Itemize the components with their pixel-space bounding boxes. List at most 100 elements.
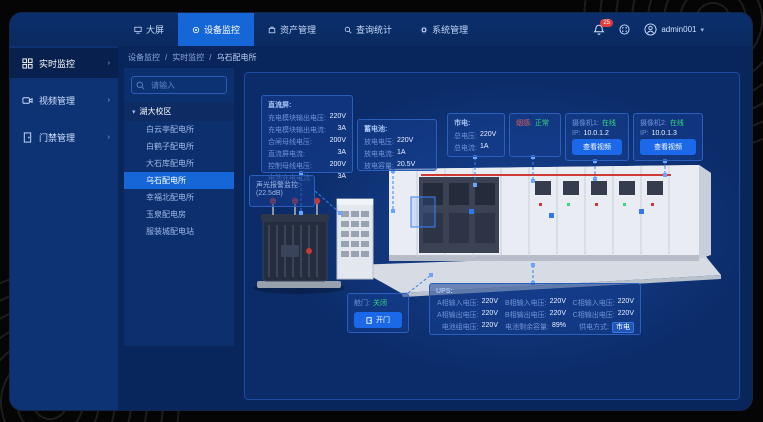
video-icon (22, 95, 33, 106)
field-label: 电池剩余容量: (505, 322, 549, 333)
device-frame: 大屏 设备监控 资产管理 查询统计 系统管理 (0, 0, 763, 422)
search-input[interactable] (149, 80, 222, 91)
sidebar-item-label: 视频管理 (39, 94, 102, 107)
tab-system-mgmt[interactable]: 系统管理 (406, 13, 482, 46)
field-label: 放电容量: (364, 161, 394, 171)
tree-item-selected[interactable]: 乌石配电所 (124, 172, 234, 189)
alarm-label: 声光报警监控: (256, 180, 308, 190)
breadcrumb-separator: / (209, 53, 211, 62)
open-door-button[interactable]: 开门 (354, 312, 402, 328)
user-menu[interactable]: admin001 ▾ (644, 23, 704, 36)
panel-title: UPS: (436, 288, 634, 295)
smoke-label: 烟感: (516, 118, 532, 128)
view-video-button[interactable]: 查看视频 (572, 139, 622, 155)
sidebar-item-video-mgmt[interactable]: 视频管理 › (10, 85, 118, 115)
field-value: 220V (482, 298, 498, 308)
view-video-button[interactable]: 查看视频 (640, 139, 696, 155)
tab-dashboard[interactable]: 大屏 (120, 13, 178, 46)
panel-title: 蓄电池: (364, 124, 430, 134)
open-door-label: 开门 (376, 315, 390, 325)
asset-icon (268, 26, 276, 34)
sidebar-item-realtime-monitor[interactable]: 实时监控 › (10, 48, 118, 78)
field-label: 充电模块输出电压: (268, 113, 326, 123)
camera-label: 摄像机1: (572, 118, 599, 128)
field-value: 220V (618, 310, 634, 320)
monitor-icon (192, 26, 200, 34)
tab-asset-mgmt[interactable]: 资产管理 (254, 13, 330, 46)
station-overview-panel: 直流屏: 充电模块输出电压:220V 充电模块输出电流:3A 合闸母线电压:20… (244, 72, 740, 400)
field-value: 220V (480, 131, 496, 141)
camera-label: 摄像机2: (640, 118, 667, 128)
tab-label: 大屏 (146, 23, 164, 36)
door-icon (366, 317, 373, 324)
sidebar-item-access-control[interactable]: 门禁管理 › (10, 122, 118, 152)
screen-icon (134, 26, 142, 34)
field-value: 220V (618, 298, 634, 308)
field-label: 总电流: (454, 143, 477, 153)
tree-item[interactable]: 幸福北配电所 (124, 189, 234, 206)
chevron-right-icon: › (108, 60, 110, 67)
field-label: B相输入电压: (505, 298, 547, 308)
breadcrumb-item[interactable]: 实时监控 (172, 52, 204, 63)
breadcrumb: 设备监控 / 实时监控 / 乌石配电所 (118, 46, 752, 68)
fullscreen-icon (619, 24, 630, 35)
chevron-down-icon: ▾ (700, 26, 704, 34)
battery-panel: 蓄电池: 放电电压:220V 放电电流:1A 放电容量:20.5V (357, 119, 437, 171)
smoke-sensor-panel: 烟感:正常 (509, 113, 561, 157)
ip-value: 10.0.1.3 (652, 130, 677, 137)
field-label: 合闸母线电压: (268, 137, 312, 147)
tab-query-stats[interactable]: 查询统计 (330, 13, 406, 46)
fullscreen-button[interactable] (619, 24, 630, 35)
sidebar: 实时监控 › 视频管理 › 门禁管理 › (10, 46, 118, 410)
avatar-icon (644, 23, 657, 36)
field-value: 20.5V (397, 161, 415, 171)
notification-badge: 25 (600, 19, 613, 27)
smoke-status: 正常 (535, 118, 549, 128)
search-icon (136, 81, 145, 90)
app-window: 大屏 设备监控 资产管理 查询统计 系统管理 (10, 13, 752, 410)
field-value: 200V (330, 161, 346, 171)
field-label: C相输出电压: (573, 310, 615, 320)
field-value: 220V (550, 298, 566, 308)
field-label: A相输入电压: (437, 298, 479, 308)
mains-panel: 市电: 总电压:220V 总电流:1A (447, 113, 505, 157)
tree-root-label: 湖大校区 (140, 106, 172, 117)
gear-icon (420, 26, 428, 34)
camera1-panel: 摄像机1:在线 IP:10.0.1.2 查看视频 (565, 113, 629, 161)
field-label: C相输入电压: (573, 298, 615, 308)
query-icon (344, 26, 352, 34)
tab-label: 资产管理 (280, 23, 316, 36)
sound-light-alarm-panel: 声光报警监控: (22.5dB) (249, 175, 315, 207)
tree-root-node[interactable]: ▾ 湖大校区 (124, 102, 234, 121)
nav-tabs: 大屏 设备监控 资产管理 查询统计 系统管理 (120, 13, 482, 46)
field-label: 电池组电压: (442, 322, 479, 333)
notification-bell[interactable]: 25 (593, 24, 605, 36)
field-value: 3A (337, 149, 346, 159)
field-label: 放电电压: (364, 137, 394, 147)
door-panel: 舱门:关闭 开门 (347, 293, 409, 333)
field-value: 89% (552, 322, 566, 333)
tree-item[interactable]: 大石库配电所 (124, 155, 234, 172)
tab-label: 设备监控 (204, 23, 240, 36)
content-area: 设备监控 / 实时监控 / 乌石配电所 ▾ 湖大校区 (118, 46, 752, 410)
field-label: 总电压: (454, 131, 477, 141)
chevron-right-icon: › (108, 134, 110, 141)
panel-title: 直流屏: (268, 100, 346, 110)
tab-label: 系统管理 (432, 23, 468, 36)
breadcrumb-item[interactable]: 设备监控 (128, 52, 160, 63)
station-tree-panel: ▾ 湖大校区 白云亭配电所 白鹤子配电所 大石库配电所 乌石配电所 幸福北配电所… (124, 68, 234, 346)
door-label: 舱门: (354, 298, 370, 308)
tree-item[interactable]: 玉泉配电房 (124, 206, 234, 223)
tree-item[interactable]: 白鹤子配电所 (124, 138, 234, 155)
door-lock-icon (22, 132, 33, 143)
breadcrumb-current: 乌石配电所 (216, 52, 256, 63)
camera2-panel: 摄像机2:在线 IP:10.0.1.3 查看视频 (633, 113, 703, 161)
field-label: A相输出电压: (437, 310, 479, 320)
tab-device-monitor[interactable]: 设备监控 (178, 13, 254, 46)
sidebar-item-label: 实时监控 (39, 57, 102, 70)
supply-mode-badge: 市电 (612, 322, 634, 333)
tree-item[interactable]: 服装城配电站 (124, 223, 234, 240)
field-value: 220V (550, 310, 566, 320)
field-label: 放电电流: (364, 149, 394, 159)
tree-item[interactable]: 白云亭配电所 (124, 121, 234, 138)
